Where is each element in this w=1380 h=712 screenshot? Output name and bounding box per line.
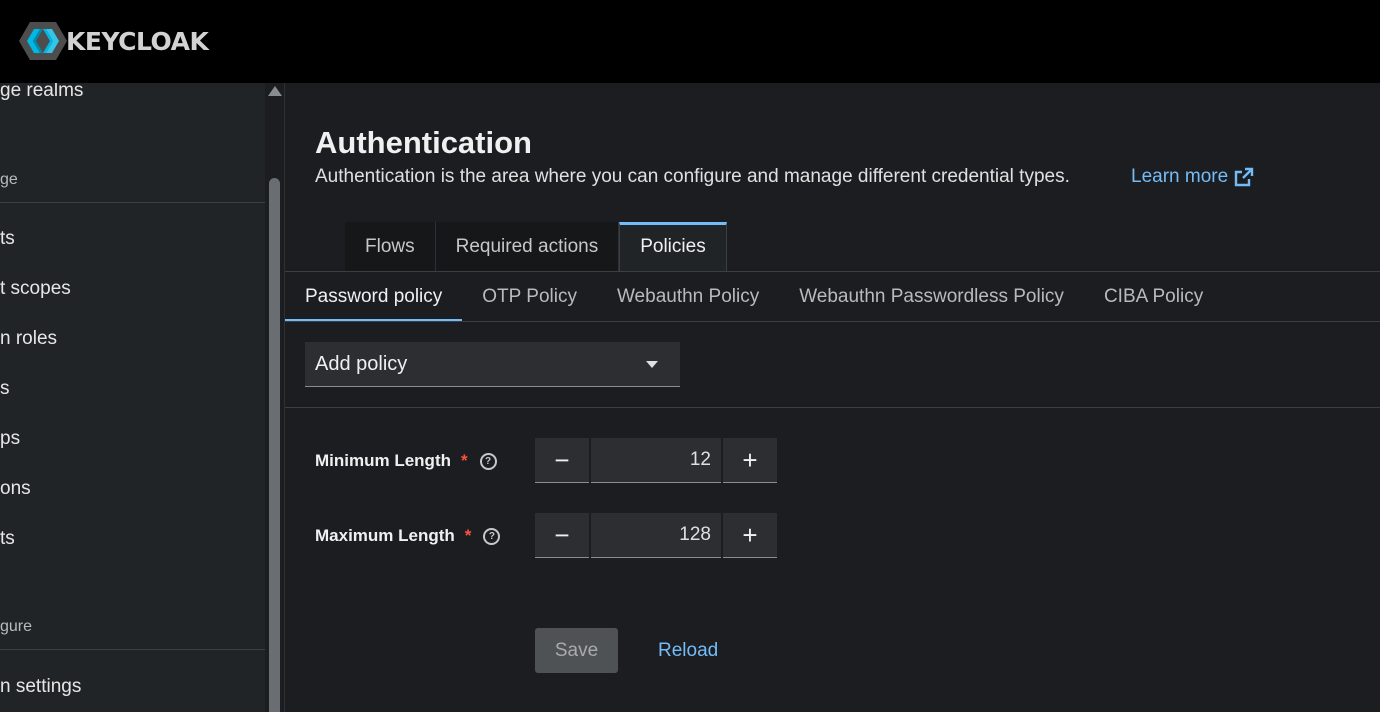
tab-flows[interactable]: Flows <box>345 222 436 272</box>
sidebar-item-events[interactable]: ts <box>0 528 15 550</box>
masthead: KEYCLOAK <box>0 0 1380 83</box>
keycloak-logo-icon <box>19 22 67 60</box>
minimum-length-label: Minimum Length * ? <box>315 451 497 471</box>
help-icon[interactable]: ? <box>483 527 501 545</box>
section-divider <box>285 407 1380 408</box>
learn-more-label: Learn more <box>1131 166 1229 187</box>
tab-required-actions[interactable]: Required actions <box>435 222 620 272</box>
sidebar-item-groups[interactable]: ps <box>0 428 20 450</box>
subtab-webauthn-passwordless-policy[interactable]: Webauthn Passwordless Policy <box>779 272 1084 322</box>
add-policy-label: Add policy <box>315 352 408 375</box>
maximum-length-stepper: − 128 + <box>535 513 777 558</box>
sidebar-section-configure: gure <box>0 618 33 635</box>
minus-button[interactable]: − <box>535 438 589 483</box>
sidebar-divider <box>0 649 265 650</box>
field-label-text: Maximum Length <box>315 526 455 545</box>
subtabs-divider <box>285 321 1380 322</box>
main-content: Authentication Authentication is the are… <box>285 83 1380 712</box>
page-title: Authentication <box>315 125 532 160</box>
tab-policies[interactable]: Policies <box>619 222 727 272</box>
external-link-icon <box>1234 167 1254 187</box>
subtab-password-policy[interactable]: Password policy <box>285 272 463 322</box>
minus-button[interactable]: − <box>535 513 589 558</box>
required-marker: * <box>464 526 472 545</box>
sidebar: ge realms ge ts t scopes n roles s ps on… <box>0 83 285 712</box>
maximum-length-label: Maximum Length * ? <box>315 526 501 546</box>
plus-button[interactable]: + <box>723 513 777 558</box>
minimum-length-stepper: − 12 + <box>535 438 777 483</box>
caret-down-icon <box>646 360 658 368</box>
sidebar-item-client-scopes[interactable]: t scopes <box>0 278 71 300</box>
scroll-up-arrow-icon[interactable] <box>268 86 282 96</box>
policy-subtabs: Password policy OTP Policy Webauthn Poli… <box>285 272 1223 322</box>
learn-more-link[interactable]: Learn more <box>1131 166 1254 188</box>
subtab-webauthn-policy[interactable]: Webauthn Policy <box>597 272 779 322</box>
sidebar-item-realm-settings[interactable]: n settings <box>0 676 81 698</box>
scrollbar-thumb[interactable] <box>269 178 280 712</box>
subtab-otp-policy[interactable]: OTP Policy <box>462 272 597 322</box>
logo-text: KEYCLOAK <box>66 26 209 56</box>
minimum-length-input[interactable]: 12 <box>591 438 721 483</box>
sidebar-item-realm-roles[interactable]: n roles <box>0 328 57 350</box>
tabs: Flows Required actions Policies <box>345 222 727 272</box>
sidebar-item-clients[interactable]: ts <box>0 228 15 250</box>
reload-button[interactable]: Reload <box>658 628 718 673</box>
add-policy-select[interactable]: Add policy <box>305 342 680 387</box>
sidebar-item-users[interactable]: s <box>0 378 10 400</box>
page-description: Authentication is the area where you can… <box>315 166 1070 187</box>
plus-button[interactable]: + <box>723 438 777 483</box>
save-button[interactable]: Save <box>535 628 618 673</box>
subtab-ciba-policy[interactable]: CIBA Policy <box>1084 272 1223 322</box>
sidebar-divider <box>0 202 265 203</box>
sidebar-section-manage: ge <box>0 171 18 188</box>
required-marker: * <box>460 451 468 470</box>
keycloak-logo[interactable]: KEYCLOAK <box>18 21 209 61</box>
sidebar-item-manage-realms[interactable]: ge realms <box>0 83 83 102</box>
maximum-length-input[interactable]: 128 <box>591 513 721 558</box>
sidebar-item-sessions[interactable]: ons <box>0 478 31 500</box>
field-label-text: Minimum Length <box>315 451 451 470</box>
help-icon[interactable]: ? <box>479 452 497 470</box>
